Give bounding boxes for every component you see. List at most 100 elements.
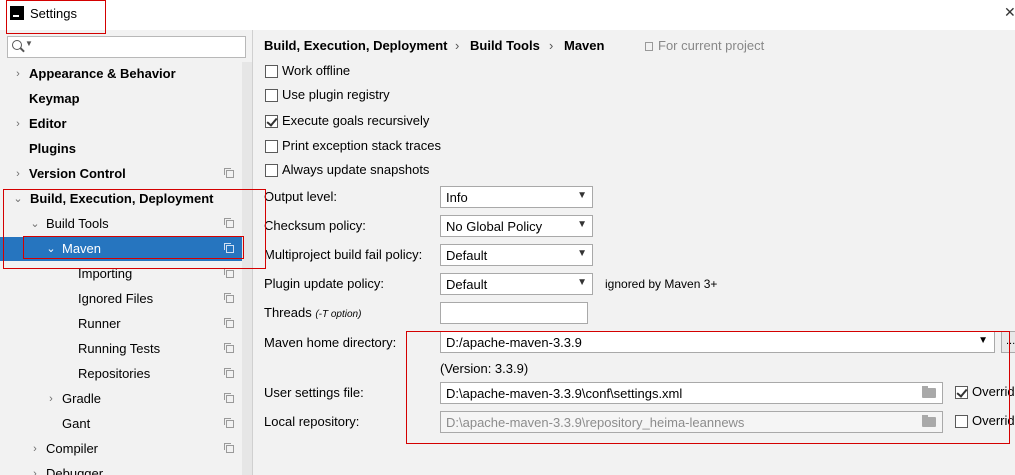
local-repo-input[interactable]: D:\apache-maven-3.3.9\repository_heima-l…	[440, 411, 943, 433]
sidebar-item-repositories[interactable]: Repositories	[0, 362, 242, 386]
checkbox-box[interactable]	[265, 164, 278, 177]
sidebar-item-label: Maven	[62, 241, 102, 256]
search-input[interactable]	[34, 38, 239, 56]
sidebar-item-label: Editor	[29, 116, 67, 131]
user-settings-input[interactable]: D:\apache-maven-3.3.9\conf\settings.xml	[440, 382, 943, 404]
sidebar-item-ignored-files[interactable]: Ignored Files	[0, 287, 242, 311]
folder-icon[interactable]	[922, 386, 936, 398]
maven-home-combo[interactable]: D:/apache-maven-3.3.9 ▼	[440, 331, 995, 353]
checkbox-box[interactable]	[955, 386, 968, 399]
maven-settings-panel: Build, Execution, Deployment › Build Too…	[252, 30, 1015, 475]
sidebar-item-label: Plugins	[29, 141, 76, 156]
project-scope-icon	[224, 418, 234, 428]
project-scope-icon	[224, 443, 234, 453]
sidebar-item-label: Running Tests	[78, 341, 161, 356]
breadcrumb-build-execution: Build, Execution, Deployment	[264, 38, 448, 53]
sidebar-item-keymap[interactable]: Keymap	[0, 87, 242, 111]
checksum-policy-select[interactable]: No Global Policy ▼	[440, 215, 593, 237]
sidebar-item-plugins[interactable]: Plugins	[0, 137, 242, 161]
sidebar-item-importing[interactable]: Importing	[0, 262, 242, 286]
checkbox-box[interactable]	[265, 89, 278, 102]
threads-hint: (-T option)	[315, 309, 362, 320]
sidebar-item-label: Appearance & Behavior	[29, 66, 176, 81]
project-scope-icon	[224, 368, 234, 378]
sidebar-item-debugger[interactable]: › Debugger	[0, 462, 242, 475]
project-scope-icon	[645, 42, 653, 51]
sidebar-scrollbar[interactable]	[242, 62, 252, 475]
window-title: Settings	[30, 6, 77, 21]
sidebar-item-running-tests[interactable]: Running Tests	[0, 337, 242, 361]
select-value: Default	[446, 277, 488, 292]
chevron-right-icon[interactable]: ›	[12, 162, 24, 186]
chevron-right-icon[interactable]: ›	[12, 112, 24, 136]
output-level-select[interactable]: Info ▼	[440, 186, 593, 208]
checkbox-label: Execute goals recursively	[282, 113, 430, 128]
sidebar-item-label: Importing	[78, 266, 133, 281]
chevron-down-icon: ▼	[577, 219, 587, 230]
sidebar-item-runner[interactable]: Runner	[0, 312, 242, 336]
sidebar-item-label: Build Tools	[46, 216, 109, 231]
sidebar-item-maven[interactable]: ⌄ Maven	[0, 237, 242, 261]
intellij-app-icon	[10, 6, 24, 20]
select-value: Default	[446, 248, 488, 263]
chevron-down-icon: ▼	[978, 335, 988, 346]
chevron-right-icon[interactable]: ›	[45, 387, 57, 411]
chevron-down-icon[interactable]: ▼	[25, 39, 33, 48]
sidebar-item-label: Repositories	[78, 366, 151, 381]
breadcrumb-build-tools: Build Tools	[470, 38, 540, 53]
maven-home-label: Maven home directory:	[264, 335, 397, 350]
project-scope-icon	[224, 218, 234, 228]
search-icon	[12, 40, 22, 50]
browse-button[interactable]: ...	[1001, 331, 1015, 353]
sidebar-item-label: Gradle	[62, 391, 102, 406]
close-icon[interactable]: ✕	[1004, 4, 1015, 21]
fail-policy-select[interactable]: Default ▼	[440, 244, 593, 266]
chevron-down-icon[interactable]: ⌄	[45, 237, 57, 261]
sidebar-item-compiler[interactable]: › Compiler	[0, 437, 242, 461]
breadcrumb-separator: ›	[455, 38, 460, 53]
sidebar-item-gradle[interactable]: › Gradle	[0, 387, 242, 411]
sidebar-item-label: Keymap	[29, 91, 80, 106]
sidebar-item-gant[interactable]: Gant	[0, 412, 242, 436]
project-scope-icon	[224, 243, 234, 253]
sidebar-item-label: Ignored Files	[78, 291, 154, 306]
threads-input[interactable]	[440, 302, 588, 324]
select-value: Info	[446, 190, 468, 205]
sidebar-item-build-execution-deployment[interactable]: ⌄ Build, Execution, Deployment	[0, 187, 242, 211]
settings-search[interactable]: ▼	[7, 36, 246, 58]
checkbox-label: Always update snapshots	[282, 162, 430, 177]
threads-label: Threads (-T option)	[264, 305, 361, 320]
checkbox-box[interactable]	[955, 415, 968, 428]
folder-icon[interactable]	[922, 415, 936, 427]
project-scope-icon	[224, 293, 234, 303]
chevron-down-icon[interactable]: ⌄	[29, 212, 41, 236]
checkbox-box[interactable]	[265, 65, 278, 78]
chevron-right-icon[interactable]: ›	[29, 437, 41, 461]
path-value: D:\apache-maven-3.3.9\conf\settings.xml	[446, 386, 683, 401]
sidebar-item-build-tools[interactable]: ⌄ Build Tools	[0, 212, 242, 236]
project-scope-icon	[224, 318, 234, 328]
user-settings-label: User settings file:	[264, 385, 364, 400]
checkbox-label: Overrid	[972, 384, 1015, 399]
chevron-down-icon[interactable]: ⌄	[12, 187, 24, 211]
plugin-update-select[interactable]: Default ▼	[440, 273, 593, 295]
sidebar-item-label: Runner	[78, 316, 121, 331]
checksum-policy-label: Checksum policy:	[264, 218, 366, 233]
sidebar-item-appearance[interactable]: › Appearance & Behavior	[0, 62, 242, 86]
sidebar-item-label: Debugger	[46, 466, 104, 475]
project-scope-icon	[224, 168, 234, 178]
checkbox-box[interactable]	[265, 115, 278, 128]
checkbox-box[interactable]	[265, 140, 278, 153]
sidebar-item-label: Compiler	[46, 441, 99, 456]
chevron-down-icon: ▼	[577, 190, 587, 201]
select-value: No Global Policy	[446, 219, 543, 234]
breadcrumb-maven: Maven	[564, 38, 605, 53]
sidebar-item-version-control[interactable]: › Version Control	[0, 162, 242, 186]
project-scope-icon	[224, 343, 234, 353]
chevron-right-icon[interactable]: ›	[29, 462, 41, 475]
chevron-down-icon: ▼	[577, 248, 587, 259]
chevron-right-icon[interactable]: ›	[12, 62, 24, 86]
sidebar-item-label: Version Control	[29, 166, 126, 181]
local-repo-label: Local repository:	[264, 414, 360, 429]
sidebar-item-editor[interactable]: › Editor	[0, 112, 242, 136]
